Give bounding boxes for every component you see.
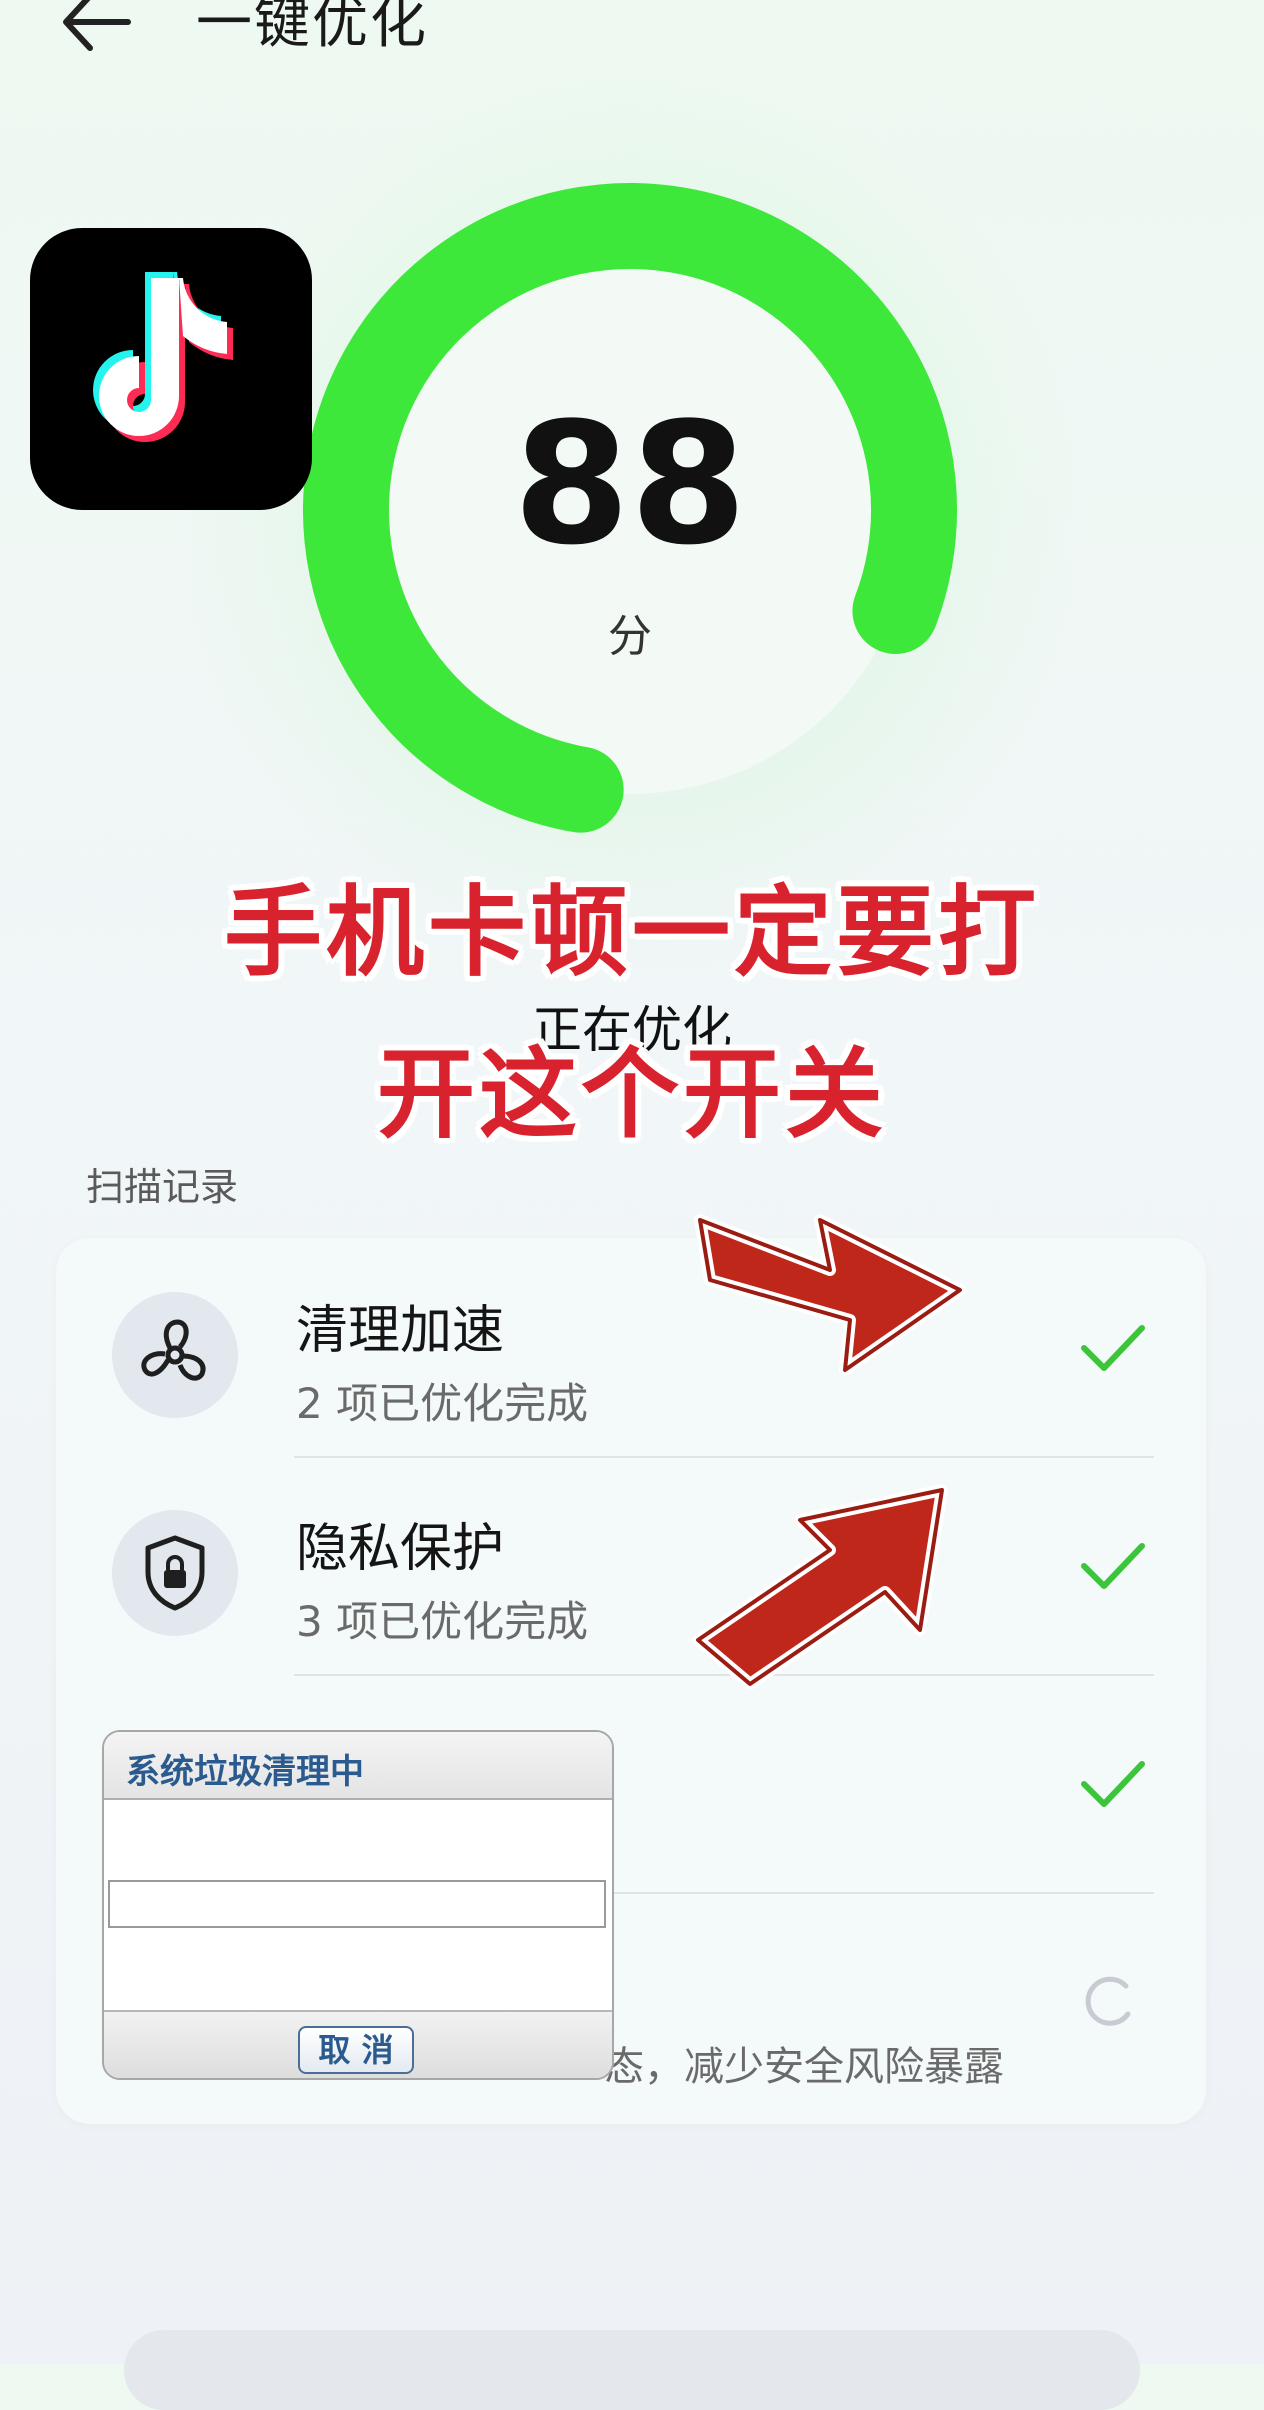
- overlay-caption-line-2: 开这个开关: [376, 1038, 887, 1152]
- check-icon: [1081, 1325, 1145, 1371]
- page-title: 一键优化: [196, 0, 428, 56]
- red-arrow-icon: [692, 1484, 948, 1690]
- shield-lock-icon: [112, 1510, 238, 1636]
- row-title: 隐私保护: [296, 1519, 505, 1579]
- red-arrow-icon: [694, 1214, 966, 1376]
- tiktok-logo-icon: [30, 228, 312, 510]
- list-item-cleanup[interactable]: 清理加速 2 项已优化完成: [56, 1238, 1206, 1456]
- dialog-footer: 取 消: [104, 2010, 612, 2078]
- arrow-left-icon[interactable]: [58, 0, 138, 60]
- loading-spinner-icon: [1085, 1976, 1131, 2026]
- cancel-button[interactable]: 取 消: [298, 2026, 414, 2074]
- dialog-title: 系统垃圾清理中: [126, 1752, 364, 1792]
- progress-field: [108, 1880, 606, 1928]
- list-item-privacy[interactable]: 隐私保护 3 项已优化完成: [56, 1456, 1206, 1674]
- section-label: 扫描记录: [86, 1165, 239, 1209]
- row-subtitle: 3 项已优化完成: [296, 1597, 589, 1646]
- bottom-action-bar[interactable]: [124, 2330, 1140, 2410]
- fan-icon: [112, 1292, 238, 1418]
- dialog-title-bar: 系统垃圾清理中: [104, 1732, 612, 1800]
- score-value: 88: [513, 386, 747, 582]
- row-subtitle: 2 项已优化完成: [296, 1379, 589, 1428]
- check-icon: [1081, 1543, 1145, 1589]
- overlay-caption-line-1: 手机卡顿一定要打: [223, 876, 1040, 990]
- row-title: 清理加速: [296, 1301, 505, 1361]
- cleanup-dialog: 系统垃圾清理中 取 消: [102, 1730, 614, 2080]
- check-icon: [1081, 1761, 1145, 1807]
- score-unit: 分: [608, 611, 652, 662]
- row-subtitle: 态，减少安全风险暴露: [604, 2044, 1004, 2090]
